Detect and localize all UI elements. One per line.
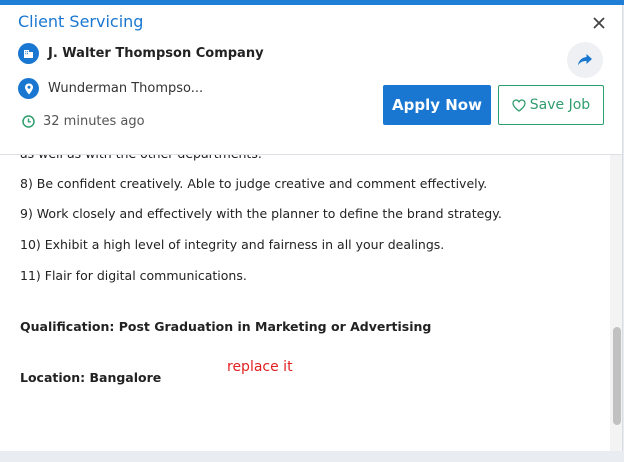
company-name[interactable]: J. Walter Thompson Company (48, 46, 264, 61)
qualification-line: Qualification: Post Graduation in Market… (20, 319, 432, 334)
save-job-label: Save Job (529, 97, 591, 113)
close-button[interactable] (589, 13, 609, 33)
building-icon (18, 43, 39, 64)
description-item: 11) Flair for digital communications. (20, 268, 247, 283)
job-header: Client Servicing J. Walter Thompson Comp… (0, 5, 622, 155)
posted-time-row: 32 minutes ago (22, 114, 145, 129)
posted-time: 32 minutes ago (43, 114, 145, 129)
location-line: Location: Bangalore (20, 370, 162, 385)
annotation-note: replace it (227, 359, 293, 375)
job-detail-panel: as well as with the other departments. 8… (0, 5, 623, 451)
save-job-button[interactable]: Save Job (498, 85, 604, 125)
share-button[interactable] (567, 42, 603, 78)
description-item: 8) Be confident creatively. Able to judg… (20, 176, 488, 191)
apply-now-button[interactable]: Apply Now (383, 85, 491, 125)
heart-icon (512, 98, 526, 112)
location-row: Wunderman Thompso... (18, 78, 203, 99)
map-pin-icon (18, 78, 39, 99)
description-item: 10) Exhibit a high level of integrity an… (20, 237, 445, 252)
clock-icon (22, 115, 35, 128)
close-icon (593, 17, 605, 29)
share-arrow-icon (578, 54, 592, 66)
location-name: Wunderman Thompso... (48, 81, 204, 96)
description-item: 9) Work closely and effectively with the… (20, 206, 502, 221)
job-title[interactable]: Client Servicing (18, 12, 143, 31)
scrollbar-thumb[interactable] (613, 327, 621, 425)
company-row: J. Walter Thompson Company (18, 43, 264, 64)
